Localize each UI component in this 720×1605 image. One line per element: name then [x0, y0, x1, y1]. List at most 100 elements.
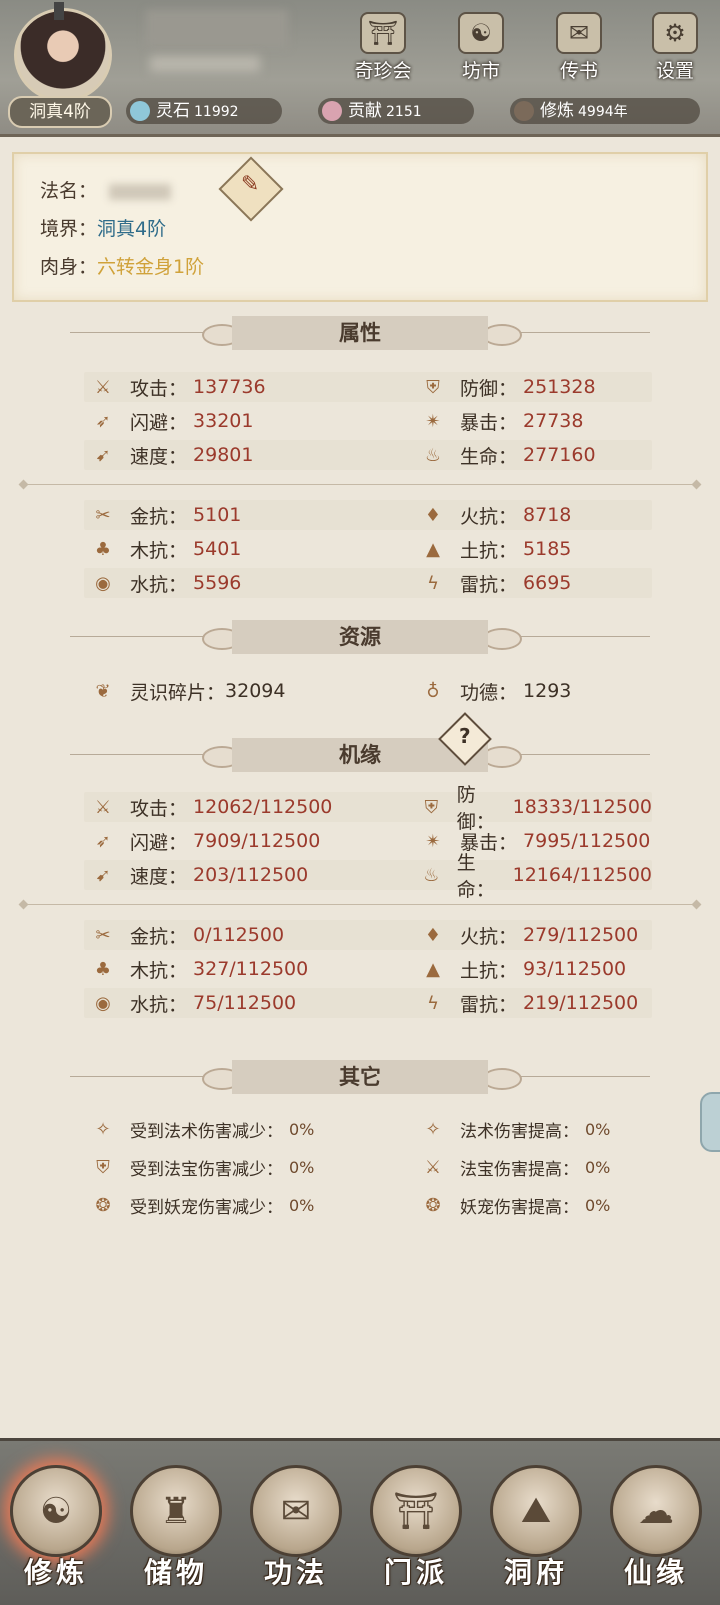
artifact-sword-icon: ⚔ [424, 1156, 442, 1178]
life-value: 277160 [523, 444, 596, 466]
attack-progress: 12062/112500 [193, 796, 333, 818]
earth-resist-label: 土抗： [460, 539, 518, 562]
player-avatar[interactable] [14, 8, 112, 102]
realm-badge: 洞真4阶 [8, 96, 112, 128]
other-heading: 其它 [70, 1060, 650, 1094]
pet-damage-reduction-value: 0% [289, 1195, 315, 1215]
critical-value: 27738 [523, 410, 584, 432]
nav-storage[interactable]: ♜ 储物 [124, 1457, 228, 1597]
nav-immortal-fate[interactable]: ☁ 仙缘 [604, 1457, 708, 1597]
other-row: ⛨ 受到法宝伤害减少： 0% ⚔ 法宝伤害提高： 0% [84, 1152, 652, 1182]
nav-cave-label: 洞府 [503, 1556, 568, 1589]
fortune-resist-row: ◉ 水抗： 75/112500 ϟ 雷抗： 219/112500 [84, 988, 652, 1018]
resources-title: 资源 [232, 620, 488, 654]
water-resist-label: 水抗： [130, 573, 188, 596]
contribution-value: 2151 [386, 104, 422, 120]
body-row: 肉身：六转金身1阶 [40, 252, 204, 279]
gear-icon: ⚙ [652, 12, 698, 54]
dodge-label: 闪避： [130, 411, 188, 434]
side-drawer-handle[interactable] [700, 1092, 720, 1152]
defense-icon: ⛨ [424, 796, 439, 818]
critical-label: 暴击： [460, 411, 518, 434]
metal-resist-progress: 0/112500 [193, 924, 285, 946]
cultivation-label: 修炼 [540, 101, 574, 121]
cloud-swirl-icon: ☁ [610, 1465, 702, 1557]
attack-value: 137736 [193, 376, 266, 398]
cultivation-years-counter: 修炼 4994年 [510, 98, 700, 124]
critical-icon: ✴ [425, 830, 441, 852]
dodge-value: 33201 [193, 410, 254, 432]
metal-resist-label: 金抗： [130, 505, 188, 528]
nav-sect[interactable]: ⛩ 门派 [364, 1457, 468, 1597]
earth-resist-icon: ▲ [426, 538, 440, 560]
market-label: 坊市 [461, 60, 500, 82]
nav-techniques-label: 功法 [263, 1556, 328, 1589]
settings-button[interactable]: ⚙ 设置 [638, 12, 712, 86]
attributes-heading: 属性 [70, 316, 650, 350]
life-label: 生命： [460, 445, 518, 468]
pet-damage-boost-value: 0% [585, 1195, 611, 1215]
sect-gate-icon: ⛩ [370, 1465, 462, 1557]
attack-icon: ⚔ [94, 376, 112, 398]
dodge-icon: ➶ [95, 830, 111, 852]
fire-resist-progress: 279/112500 [523, 924, 639, 946]
speed-label: 速度： [130, 445, 188, 468]
attr-row: ➶ 闪避： 33201 ✴ 暴击： 27738 [84, 406, 652, 436]
character-info-card: 法名： ✎ 境界：洞真4阶 肉身：六转金身1阶 [12, 152, 708, 302]
resist-row: ◉ 水抗： 5596 ϟ 雷抗： 6695 [84, 568, 652, 598]
realm-label: 境界： [40, 218, 98, 240]
merit-icon: ♁ [426, 680, 440, 702]
scroll-icon: ✉ [250, 1465, 342, 1557]
nav-techniques[interactable]: ✉ 功法 [244, 1457, 348, 1597]
spirit-stone-value: 11992 [194, 104, 239, 120]
realm-value: 洞真4阶 [97, 218, 167, 240]
spell-damage-reduction-label: 受到法术伤害减少： [130, 1121, 283, 1142]
other-row: ✧ 受到法术伤害减少： 0% ✧ 法术伤害提高： 0% [84, 1114, 652, 1144]
name-row: 法名： [40, 176, 172, 203]
rename-brush-icon[interactable]: ✎ [218, 156, 284, 222]
soul-shard-label: 灵识碎片： [130, 681, 226, 704]
name-label: 法名： [40, 180, 98, 202]
resources-row: ❦ 灵识碎片： 32094 ♁ 功德： 1293 [84, 676, 652, 706]
metal-resist-icon: ✂ [95, 924, 111, 946]
market-button[interactable]: ☯ 坊市 [444, 12, 518, 86]
thunder-resist-value: 6695 [523, 572, 572, 594]
fortune-resist-row: ♣ 木抗： 327/112500 ▲ 土抗： 93/112500 [84, 954, 652, 984]
bottom-navigation: ☯ 修炼 ♜ 储物 ✉ 功法 ⛩ 门派 ⛰ 洞府 ☁ 仙缘 [0, 1438, 720, 1605]
player-name-redacted [146, 10, 288, 48]
nav-storage-label: 储物 [143, 1556, 208, 1589]
fortune-attr-row: ➶ 闪避： 7909/112500 ✴ 暴击： 7995/112500 [84, 826, 652, 856]
life-icon: ♨ [424, 444, 442, 466]
section-divider [24, 484, 696, 485]
other-title: 其它 [232, 1060, 488, 1094]
crown-icon [54, 2, 64, 20]
thunder-resist-icon: ϟ [427, 572, 439, 594]
contribution-icon [322, 101, 342, 121]
metal-resist-value: 5101 [193, 504, 242, 526]
fire-resist-icon: ♦ [424, 924, 442, 946]
earth-resist-icon: ▲ [426, 958, 440, 980]
spell-damage-boost-value: 0% [585, 1119, 611, 1139]
scroll-letter-button[interactable]: ✉ 传书 [542, 12, 616, 86]
attack-label: 攻击： [130, 377, 188, 400]
fire-resist-value: 8718 [523, 504, 572, 526]
speed-icon: ➹ [95, 864, 111, 886]
thunder-resist-icon: ϟ [427, 992, 439, 1014]
soul-shard-value: 32094 [225, 680, 286, 702]
cultivation-value: 4994年 [578, 104, 628, 120]
attr-row: ⚔ 攻击： 137736 ⛨ 防御： 251328 [84, 372, 652, 402]
meditation-icon [514, 101, 534, 121]
defense-progress: 18333/112500 [512, 796, 652, 818]
metal-resist-icon: ✂ [95, 504, 111, 526]
treasure-pavilion-button[interactable]: ⛩ 奇珍会 [346, 12, 420, 86]
earth-resist-value: 5185 [523, 538, 572, 560]
speed-value: 29801 [193, 444, 254, 466]
section-divider [24, 904, 696, 905]
spell-damage-boost-label: 法术伤害提高： [460, 1121, 579, 1142]
nav-cave[interactable]: ⛰ 洞府 [484, 1457, 588, 1597]
artifact-damage-boost-label: 法宝伤害提高： [460, 1159, 579, 1180]
attack-icon: ⚔ [94, 796, 112, 818]
scroll-letter-icon: ✉ [556, 12, 602, 54]
cave-mountain-icon: ⛰ [490, 1465, 582, 1557]
nav-cultivate[interactable]: ☯ 修炼 [4, 1457, 108, 1597]
